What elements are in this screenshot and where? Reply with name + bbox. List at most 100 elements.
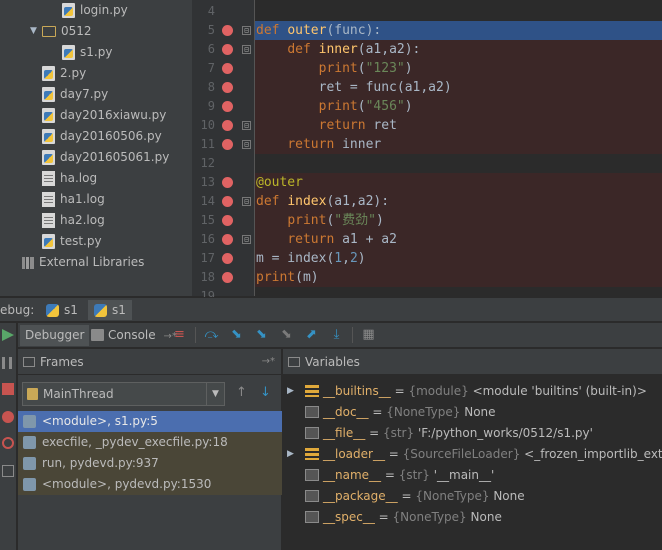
frames-pin-icon[interactable]: →*: [262, 349, 275, 375]
gutter-line[interactable]: 13: [192, 173, 255, 192]
code-line[interactable]: print("费劲"): [255, 211, 662, 230]
settings-icon[interactable]: [2, 465, 14, 477]
run-to-cursor-icon[interactable]: ⤓: [329, 327, 344, 342]
show-execution-point-icon[interactable]: ≡: [172, 327, 187, 342]
tree-item[interactable]: 2.py: [30, 63, 86, 84]
chevron-down-icon[interactable]: ▼: [30, 21, 42, 42]
breakpoint-icon[interactable]: [222, 63, 233, 74]
frame-item[interactable]: run, pydevd.py:937: [18, 453, 282, 474]
variable-row[interactable]: __doc__ = {NoneType} None: [283, 402, 662, 423]
tree-item[interactable]: day7.py: [30, 84, 108, 105]
code-line[interactable]: @outer: [255, 173, 662, 192]
code-line[interactable]: print("123"): [255, 59, 662, 78]
breakpoint-icon[interactable]: [222, 272, 233, 283]
breakpoint-icon[interactable]: [222, 44, 233, 55]
project-tree[interactable]: login.py ▼ 0512 s1.py 2.py day7.py day2016xiaw…: [0, 0, 192, 296]
breakpoint-icon[interactable]: [222, 120, 233, 131]
gutter-line[interactable]: 16 ⊟: [192, 230, 255, 249]
fold-icon[interactable]: ⊟: [242, 197, 251, 206]
code-line[interactable]: return ret: [255, 116, 662, 135]
gutter-line[interactable]: 4: [192, 2, 255, 21]
code-line[interactable]: [255, 154, 662, 173]
tree-item[interactable]: day201605061.py: [30, 147, 169, 168]
breakpoint-icon[interactable]: [222, 215, 233, 226]
fold-icon[interactable]: ⊟: [242, 235, 251, 244]
breakpoint-icon[interactable]: [222, 234, 233, 245]
code-line[interactable]: [255, 287, 662, 296]
fold-icon[interactable]: ⊟: [242, 121, 251, 130]
previous-frame-icon[interactable]: ↑: [236, 385, 247, 400]
step-out-icon[interactable]: ⬈: [304, 327, 319, 342]
code-line[interactable]: def inner(a1,a2):: [255, 40, 662, 59]
debug-session-tab-active[interactable]: s1: [88, 300, 132, 320]
resume-icon[interactable]: [2, 329, 14, 341]
fold-icon[interactable]: ⊟: [242, 45, 251, 54]
mute-breakpoints-icon[interactable]: [2, 437, 14, 449]
gutter-line[interactable]: 11 ⊟: [192, 135, 255, 154]
variable-row[interactable]: __spec__ = {NoneType} None: [283, 507, 662, 528]
frame-item[interactable]: execfile, _pydev_execfile.py:18: [18, 432, 282, 453]
code-line[interactable]: def outer(func):: [255, 21, 662, 40]
tab-debugger[interactable]: Debugger: [20, 325, 90, 346]
fold-icon[interactable]: ⊟: [242, 140, 251, 149]
variable-row[interactable]: ▶ __builtins__ = {module} <module 'builti…: [283, 381, 662, 402]
force-step-into-icon[interactable]: ⬊: [279, 327, 294, 342]
frame-item[interactable]: <module>, s1.py:5: [18, 411, 282, 432]
gutter-line[interactable]: 8: [192, 78, 255, 97]
gutter-line[interactable]: 9: [192, 97, 255, 116]
variable-row[interactable]: __name__ = {str} '__main__': [283, 465, 662, 486]
code-line[interactable]: m = index(1,2): [255, 249, 662, 268]
chevron-right-icon[interactable]: ▶: [287, 444, 294, 465]
thread-selector[interactable]: MainThread ▼: [22, 382, 225, 406]
frame-item[interactable]: <module>, pydevd.py:1530: [18, 474, 282, 495]
breakpoint-icon[interactable]: [222, 253, 233, 264]
debug-session-tab[interactable]: s1: [40, 300, 84, 320]
tree-item[interactable]: External Libraries: [10, 252, 144, 273]
editor-gutter[interactable]: 4 5 ⊟ 6 ⊟ 7 8 9 10 ⊟ 11 ⊟ 12 13 14 ⊟ 15 16 ⊟ 17 18 19: [192, 0, 255, 303]
tree-item[interactable]: ha1.log: [30, 189, 105, 210]
tree-item[interactable]: day20160506.py: [30, 126, 162, 147]
code-line[interactable]: return a1 + a2: [255, 230, 662, 249]
breakpoint-icon[interactable]: [222, 25, 233, 36]
code-line[interactable]: return inner: [255, 135, 662, 154]
gutter-line[interactable]: 5 ⊟: [192, 21, 255, 40]
step-into-icon[interactable]: ⬊: [229, 327, 244, 342]
gutter-line[interactable]: 7: [192, 59, 255, 78]
tree-item[interactable]: day2016xiawu.py: [30, 105, 166, 126]
variable-row[interactable]: ▶ __loader__ = {SourceFileLoader} <_froze…: [283, 444, 662, 465]
gutter-line[interactable]: 17: [192, 249, 255, 268]
breakpoint-icon[interactable]: [222, 101, 233, 112]
tab-console[interactable]: Console →*: [86, 325, 182, 346]
code-editor[interactable]: def outer(func): def inner(a1,a2): print…: [255, 0, 662, 296]
step-into-my-code-icon[interactable]: ⬊: [254, 327, 269, 342]
tree-item[interactable]: login.py: [50, 0, 128, 21]
breakpoint-icon[interactable]: [222, 196, 233, 207]
fold-icon[interactable]: ⊟: [242, 26, 251, 35]
tree-item[interactable]: ha.log: [30, 168, 97, 189]
tree-item[interactable]: s1.py: [50, 42, 112, 63]
variable-row[interactable]: __package__ = {NoneType} None: [283, 486, 662, 507]
step-over-icon[interactable]: ⤼: [204, 327, 219, 342]
variable-row[interactable]: __file__ = {str} 'F:/python_works/0512/s…: [283, 423, 662, 444]
gutter-line[interactable]: 6 ⊟: [192, 40, 255, 59]
gutter-line[interactable]: 12: [192, 154, 255, 173]
pause-icon[interactable]: [2, 357, 12, 369]
tree-item[interactable]: ▼ 0512: [30, 21, 92, 42]
code-line[interactable]: ret = func(a1,a2): [255, 78, 662, 97]
view-breakpoints-icon[interactable]: [2, 411, 14, 423]
breakpoint-icon[interactable]: [222, 177, 233, 188]
tree-item[interactable]: test.py: [30, 231, 102, 252]
gutter-line[interactable]: 10 ⊟: [192, 116, 255, 135]
chevron-right-icon[interactable]: ▶: [287, 381, 294, 402]
breakpoint-icon[interactable]: [222, 82, 233, 93]
next-frame-icon[interactable]: ↓: [260, 385, 271, 400]
code-line[interactable]: print(m): [255, 268, 662, 287]
code-line[interactable]: print("456"): [255, 97, 662, 116]
code-line[interactable]: [255, 2, 662, 21]
gutter-line[interactable]: 18: [192, 268, 255, 287]
stop-icon[interactable]: [2, 383, 14, 395]
gutter-line[interactable]: 15: [192, 211, 255, 230]
breakpoint-icon[interactable]: [222, 139, 233, 150]
gutter-line[interactable]: 14 ⊟: [192, 192, 255, 211]
evaluate-expression-icon[interactable]: ▦: [361, 327, 376, 342]
